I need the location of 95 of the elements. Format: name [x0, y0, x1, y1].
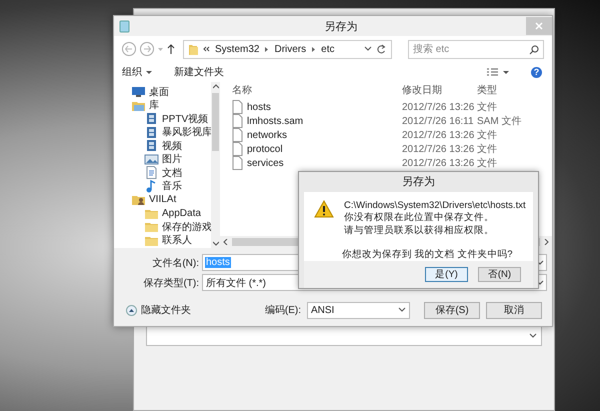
chevron-right-icon — [311, 46, 316, 52]
sidebar-item[interactable]: 桌面 — [114, 85, 211, 98]
warning-icon — [314, 200, 334, 218]
organize-menu[interactable]: 组织 — [122, 65, 152, 79]
scroll-down-icon — [212, 241, 218, 246]
file-type: 文件 — [477, 128, 498, 142]
dialog-button[interactable]: 否(N) — [478, 267, 521, 282]
dialog-button[interactable]: 取消 — [486, 302, 542, 318]
dialog-button[interactable]: 是(Y) — [425, 267, 468, 282]
sidebar-item[interactable]: PPTV视频 — [114, 112, 211, 125]
column-header[interactable]: 名称 — [232, 83, 402, 97]
sidebar-item[interactable]: VIILAt — [114, 193, 211, 206]
user-folder-icon — [131, 193, 146, 206]
refresh-icon — [377, 44, 387, 54]
caret-icon — [503, 70, 509, 74]
column-header[interactable]: 类型 — [477, 83, 552, 97]
film-icon — [144, 139, 159, 152]
scroll-left-icon — [223, 239, 228, 245]
file-icon — [232, 142, 243, 156]
notepad-icon — [119, 20, 130, 32]
film-icon — [144, 126, 159, 138]
back-button[interactable] — [122, 42, 136, 56]
sidebar-item[interactable]: 音乐 — [114, 180, 211, 192]
collapse-icon — [126, 304, 137, 316]
caret-icon — [158, 46, 163, 52]
address-bar[interactable]: System32 Drivers etc — [183, 40, 392, 58]
search-field[interactable]: 搜索 etc — [408, 40, 544, 58]
field-label: 编码(E): — [264, 304, 301, 317]
document-icon — [144, 166, 159, 179]
file-date: 2012/7/26 13:26 — [402, 130, 476, 140]
dialog-button[interactable]: 保存(S) — [424, 302, 480, 318]
monitor-icon — [131, 85, 146, 98]
double-chevron-icon — [203, 46, 210, 52]
arrow-right-icon — [143, 45, 151, 53]
close-icon — [535, 22, 543, 30]
file-icon — [232, 114, 243, 128]
forward-button[interactable] — [140, 42, 154, 56]
caret-icon — [146, 70, 152, 74]
file-icon — [232, 100, 243, 114]
file-type: SAM 文件 — [477, 114, 522, 128]
file-name[interactable]: hosts — [247, 102, 271, 112]
dialog-title: 另存为 — [401, 175, 436, 190]
sidebar-item[interactable]: 库 — [114, 98, 211, 112]
sidebar-item[interactable]: AppData — [114, 206, 211, 220]
view-menu[interactable] — [486, 67, 509, 77]
breadcrumb[interactable]: System32 — [215, 44, 260, 54]
breadcrumb[interactable]: Drivers — [274, 44, 306, 54]
folder-icon — [144, 220, 159, 233]
question-text: 你想改为保存到 我的文档 文件夹中吗? — [341, 248, 514, 261]
file-date: 2012/7/26 13:26 — [402, 144, 476, 154]
new-folder-button[interactable]: 新建文件夹 — [174, 65, 224, 79]
file-type: 文件 — [477, 142, 498, 156]
column-header[interactable]: 修改日期 — [402, 83, 477, 97]
sidebar-item[interactable]: 图片 — [114, 152, 211, 166]
chevron-down-icon — [364, 46, 372, 52]
help-button[interactable]: ? — [531, 66, 542, 78]
file-icon — [232, 156, 243, 170]
field-label: 文件名(N): — [151, 256, 199, 270]
film-icon — [144, 112, 159, 125]
file-type: 文件 — [477, 156, 498, 170]
file-date: 2012/7/26 16:11 — [402, 116, 475, 126]
file-name[interactable]: networks — [247, 130, 288, 140]
message-text: C:\Windows\System32\Drivers\etc\hosts.txt — [344, 200, 526, 211]
file-type: 文件 — [477, 100, 498, 114]
file-name[interactable]: services — [247, 158, 284, 168]
file-icon — [232, 128, 243, 142]
encoding-dropdown[interactable]: ANSI — [307, 302, 410, 318]
sidebar-item[interactable]: 文档 — [114, 166, 211, 179]
arrow-left-icon — [125, 45, 133, 53]
field-label: 保存类型(T): — [142, 276, 199, 290]
file-name[interactable]: lmhosts.sam — [247, 116, 304, 126]
file-name[interactable]: protocol — [247, 144, 283, 154]
message-text: 你没有权限在此位置中保存文件。 — [344, 211, 495, 224]
view-list-icon — [486, 67, 499, 77]
file-date: 2012/7/26 13:26 — [402, 158, 476, 168]
arrow-up-icon — [167, 44, 175, 54]
sidebar-item[interactable]: 视频 — [114, 139, 211, 152]
folder-icon — [188, 42, 198, 56]
scroll-thumb[interactable] — [212, 93, 219, 151]
chevron-right-icon — [264, 46, 270, 52]
chevron-down-icon — [529, 333, 537, 339]
scroll-right-icon — [544, 239, 549, 245]
sidebar-item[interactable]: 联系人 — [114, 234, 211, 246]
hide-folders-button[interactable]: 隐藏文件夹 — [126, 303, 191, 317]
search-icon — [529, 44, 539, 54]
chevron-down-icon — [398, 307, 406, 313]
scrollbar[interactable] — [211, 82, 220, 248]
message-text: 请与管理员联系以获得相应权限。 — [344, 224, 495, 237]
file-date: 2012/7/26 13:26 — [402, 102, 476, 112]
window-title: 另存为 — [324, 20, 358, 34]
scroll-up-icon — [212, 84, 218, 89]
picture-icon — [144, 152, 159, 166]
close-button[interactable] — [526, 17, 552, 35]
dropdown-field[interactable] — [146, 326, 542, 346]
breadcrumb[interactable]: etc — [321, 44, 334, 54]
